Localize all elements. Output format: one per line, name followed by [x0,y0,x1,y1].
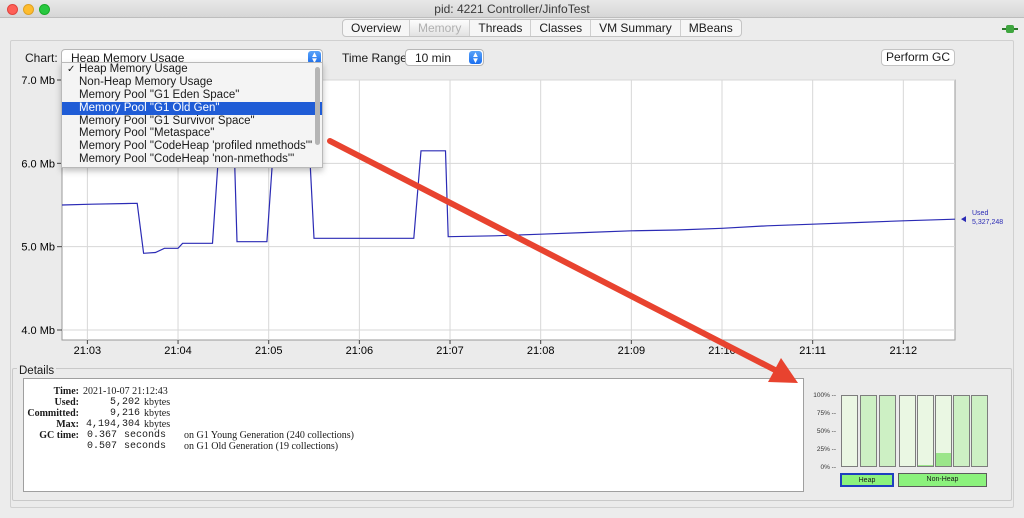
used-value: 5,202 [109,397,140,408]
y-tick-label: 6.0 Mb [21,158,55,170]
nonheap-pool-bar-5[interactable] [971,395,988,467]
x-tick-label: 21:03 [74,345,102,357]
max-value: 4,194,304 [85,419,140,430]
nonheap-pool-bar-2[interactable] [917,395,934,467]
dropdown-item[interactable]: Memory Pool "CodeHeap 'non-nmethods'" [62,153,322,166]
dropdown-item-label: Memory Pool "G1 Eden Space" [79,88,240,101]
dropdown-item-label: Memory Pool "CodeHeap 'profiled nmethods… [79,140,313,153]
checkmark-icon: ✓ [67,64,76,75]
dropdown-item[interactable]: Memory Pool "CodeHeap 'profiled nmethods… [62,140,322,153]
gc-young-value: 0.367 [87,430,118,441]
dropdown-scrollbar[interactable] [315,67,320,145]
heap-pool-bar-survivor[interactable] [860,395,877,467]
scale-0: 0% -- [820,464,836,471]
gc-young-desc: on G1 Young Generation (240 collections) [184,430,354,441]
y-tick-label: 5.0 Mb [21,242,55,254]
dropdown-item[interactable]: Memory Pool "G1 Survivor Space" [62,115,322,128]
details-text-area: Time: 2021-10-07 21:12:43 Used: 5,202 kb… [23,378,804,492]
committed-unit: kbytes [144,408,171,419]
x-tick-label: 21:08 [527,345,555,357]
heap-legend-button[interactable]: Heap [840,473,894,487]
x-tick-label: 21:04 [164,345,192,357]
x-tick-label: 21:11 [799,345,826,357]
jconsole-window: pid: 4221 Controller/JinfoTest Overview … [0,0,1024,518]
memory-pool-bars: 100% -- 75% -- 50% -- 25% -- 0% -- Heap … [806,384,1006,494]
x-tick-label: 21:10 [708,345,736,357]
used-unit: kbytes [144,397,171,408]
committed-value: 9,216 [109,408,140,419]
max-unit: kbytes [144,419,171,430]
dropdown-item-label: Heap Memory Usage [79,63,188,75]
time-key: Time: [53,386,79,397]
y-tick-label: 7.0 Mb [21,75,55,87]
scale-100: 100% -- [813,392,836,399]
gc-young-unit: seconds [124,430,167,441]
dropdown-item-label: Memory Pool "G1 Old Gen" [79,101,220,114]
nonheap-legend-button[interactable]: Non-Heap [898,473,987,487]
x-tick-label: 21:12 [890,345,918,357]
details-title: Details [17,365,57,377]
heap-pool-bar-old[interactable] [879,395,896,467]
dropdown-item-label: Memory Pool "CodeHeap 'non-nmethods'" [79,153,295,166]
used-key: Used: [54,397,79,408]
dropdown-item[interactable]: ✓ Heap Memory Usage [62,63,322,76]
series-name-label: Used [972,210,988,217]
chart-dropdown-menu: ✓ Heap Memory Usage Non-Heap Memory Usage M… [61,62,323,168]
gc-time-key: GC time: [39,430,79,441]
nonheap-pool-bar-4[interactable] [953,395,970,467]
committed-key: Committed: [27,408,79,419]
dropdown-item[interactable]: Memory Pool "G1 Eden Space" [62,89,322,102]
nonheap-pool-bar-3[interactable] [935,395,952,467]
x-tick-label: 21:09 [618,345,646,357]
max-key: Max: [56,419,79,430]
dropdown-item[interactable]: Memory Pool "Metaspace" [62,127,322,140]
gc-old-desc: on G1 Old Generation (19 collections) [184,441,339,452]
nonheap-pool-bar-1[interactable] [899,395,916,467]
heap-pool-bar-eden[interactable] [841,395,858,467]
x-tick-label: 21:06 [346,345,374,357]
scale-25: 25% -- [816,446,836,453]
dropdown-item[interactable]: Non-Heap Memory Usage [62,76,322,89]
x-tick-label: 21:05 [255,345,283,357]
scale-50: 50% -- [816,428,836,435]
dropdown-item-label: Non-Heap Memory Usage [79,75,213,88]
series-marker-icon [961,216,966,223]
series-value-label: 5,327,248 [972,219,1003,226]
dropdown-item[interactable]: Memory Pool "G1 Old Gen" [62,101,322,115]
y-tick-label: 4.0 Mb [21,325,55,337]
gc-old-value: 0.507 [87,441,118,452]
scale-75: 75% -- [816,410,836,417]
x-tick-label: 21:07 [436,345,464,357]
dropdown-item-label: Memory Pool "Metaspace" [79,127,215,140]
gc-old-unit: seconds [124,441,167,452]
time-value: 2021-10-07 21:12:43 [83,386,168,397]
dropdown-item-label: Memory Pool "G1 Survivor Space" [79,114,255,127]
